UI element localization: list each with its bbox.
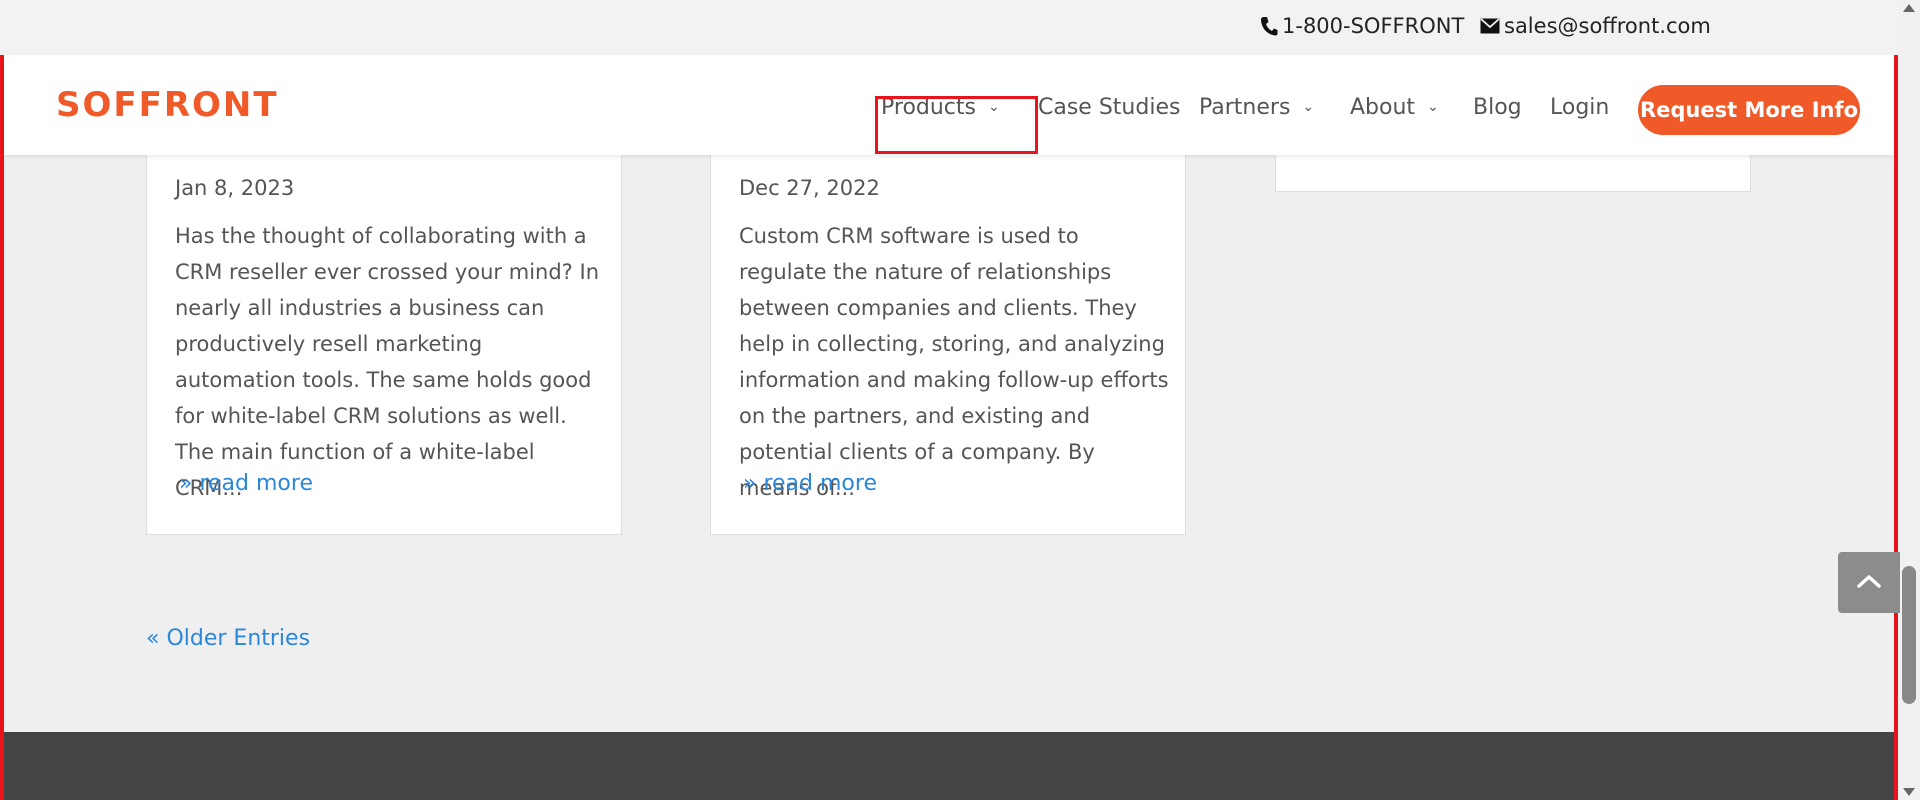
post-date: Jan 8, 2023: [175, 176, 295, 200]
request-more-info-button[interactable]: Request More Info: [1638, 85, 1860, 135]
nav-blog[interactable]: Blog: [1473, 95, 1522, 120]
scroll-up-arrow-icon[interactable]: [1903, 4, 1915, 12]
post-excerpt: Custom CRM software is used to regulate …: [739, 224, 1169, 500]
nav-login-label: Login: [1550, 95, 1610, 120]
scrollbar-thumb[interactable]: [1902, 566, 1916, 704]
scroll-to-top-button[interactable]: [1838, 552, 1900, 613]
post-date: Dec 27, 2022: [739, 176, 880, 200]
nav-case-studies-label: Case Studies: [1038, 95, 1181, 120]
scroll-down-arrow-icon[interactable]: [1903, 788, 1915, 796]
nav-login[interactable]: Login: [1550, 95, 1609, 120]
soffront-logo[interactable]: SOFFRONT: [56, 85, 279, 125]
read-more-link[interactable]: » read more: [179, 471, 313, 496]
selection-highlight-box: [875, 96, 1038, 154]
nav-partners-label: Partners: [1199, 95, 1291, 120]
email-contact[interactable]: sales@soffront.com: [1480, 14, 1711, 38]
phone-contact[interactable]: 1-800-SOFFRONT: [1260, 14, 1464, 38]
nav-blog-label: Blog: [1473, 95, 1522, 120]
blog-post-card: Dec 27, 2022 Custom CRM software is used…: [710, 125, 1186, 535]
nav-case-studies[interactable]: Case Studies: [1038, 95, 1180, 120]
nav-about-label: About: [1350, 95, 1416, 120]
chevron-down-icon: ⌄: [1427, 98, 1439, 115]
site-footer: [4, 732, 1894, 800]
read-more-link[interactable]: » read more: [743, 471, 877, 496]
top-contact-bar: 1-800-SOFFRONT sales@soffront.com: [0, 0, 1898, 55]
blog-post-card: Jan 8, 2023 Has the thought of collabora…: [146, 125, 622, 535]
chevron-up-icon: [1856, 573, 1882, 593]
nav-partners[interactable]: Partners ⌄: [1199, 95, 1314, 120]
mail-icon: [1480, 18, 1500, 34]
post-excerpt: Has the thought of collaborating with a …: [175, 224, 599, 500]
email-address: sales@soffront.com: [1504, 14, 1711, 38]
nav-about[interactable]: About ⌄: [1350, 95, 1439, 120]
phone-number: 1-800-SOFFRONT: [1282, 14, 1465, 38]
page-scrollbar[interactable]: [1898, 0, 1920, 800]
chevron-down-icon: ⌄: [1302, 98, 1315, 115]
older-entries-link[interactable]: « Older Entries: [146, 626, 310, 651]
phone-icon: [1260, 16, 1278, 36]
